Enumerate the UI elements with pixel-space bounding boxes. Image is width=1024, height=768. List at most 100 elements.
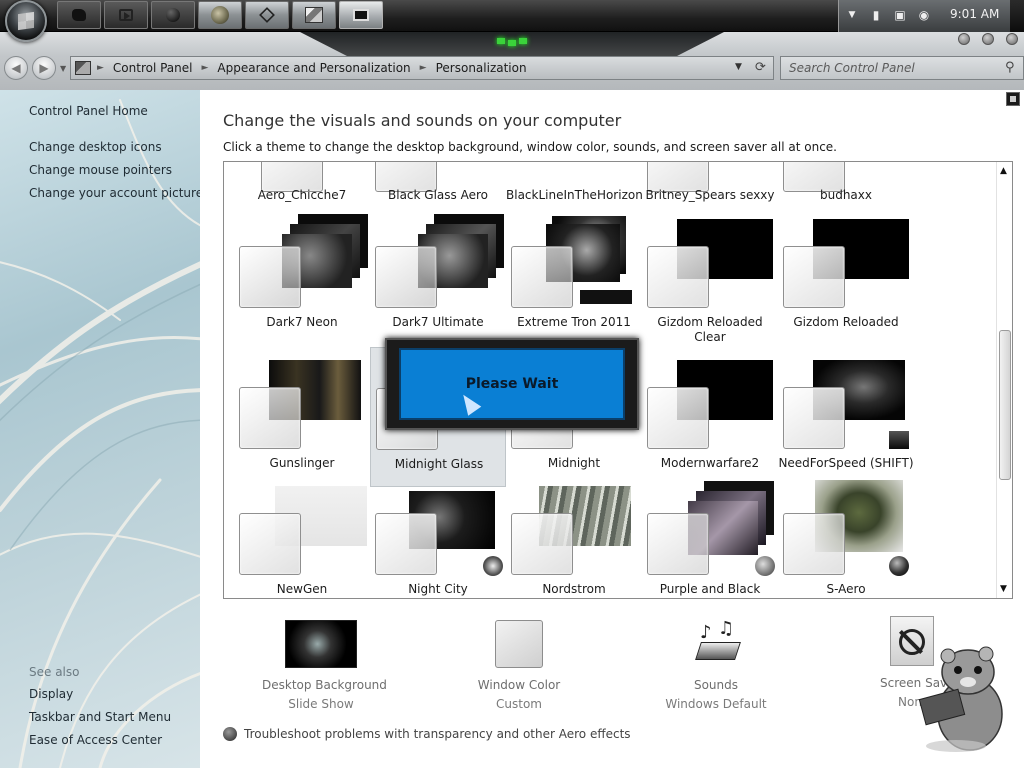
breadcrumb-separator[interactable]: ►: [420, 63, 427, 73]
breadcrumb-appearance[interactable]: Appearance and Personalization: [217, 61, 410, 75]
theme-color-swatch: [239, 387, 301, 449]
desktop-background-thumbnail[interactable]: [285, 620, 357, 668]
troubleshoot-text[interactable]: Troubleshoot problems with transparency …: [244, 727, 631, 741]
taskbar-button-app-ball[interactable]: [151, 1, 195, 29]
theme-item[interactable]: Gunslinger: [234, 347, 370, 487]
theme-item[interactable]: Extreme Tron 2011: [506, 206, 642, 346]
theme-item[interactable]: NeedForSpeed (SHIFT): [778, 347, 914, 487]
address-bar[interactable]: ► Control Panel ► Appearance and Persona…: [70, 56, 774, 80]
theme-item[interactable]: Britney_Spears sexxy: [642, 162, 778, 202]
tray-volume-icon[interactable]: ◉: [917, 8, 931, 22]
maximize-button[interactable]: [982, 33, 994, 45]
taskbar-button-desktop[interactable]: [339, 1, 383, 29]
theme-item[interactable]: Night City: [370, 473, 506, 598]
theme-item[interactable]: Black Glass Aero: [370, 162, 506, 202]
display-link[interactable]: Display: [29, 687, 73, 701]
desktop-background-value: Slide Show: [288, 697, 354, 711]
window-color-value: Custom: [496, 697, 542, 711]
theme-label: Gizdom Reloaded: [793, 315, 899, 329]
theme-item[interactable]: Dark7 Ultimate: [370, 206, 506, 346]
taskbar-button-app-blob[interactable]: [57, 1, 101, 29]
help-icon[interactable]: [1006, 92, 1020, 106]
change-account-picture-link[interactable]: Change your account picture: [29, 186, 200, 200]
theme-item[interactable]: NewGen: [234, 473, 370, 598]
window-color-swatch[interactable]: [495, 620, 543, 668]
recent-pages-dropdown[interactable]: ▼: [60, 64, 66, 73]
troubleshoot-link[interactable]: Troubleshoot problems with transparency …: [223, 727, 631, 741]
search-icon[interactable]: ⚲: [1005, 60, 1015, 75]
start-button[interactable]: [5, 0, 47, 42]
taskbar-button-app-cube[interactable]: [245, 1, 289, 29]
theme-item[interactable]: Dark7 Neon: [234, 206, 370, 346]
theme-item[interactable]: BlackLineInTheHorizon: [506, 162, 643, 202]
refresh-icon[interactable]: ⟳: [755, 60, 766, 75]
theme-badge-icon: [889, 431, 909, 449]
theme-item[interactable]: budhaxx: [778, 162, 914, 202]
tray-expand-icon[interactable]: ▼: [845, 8, 859, 22]
theme-label: Night City: [408, 582, 468, 596]
sounds-setting[interactable]: ♪ ♫ Sounds Windows Default: [662, 616, 770, 711]
scroll-up-icon[interactable]: ▲: [1000, 166, 1007, 176]
back-arrow-icon: ◀: [11, 61, 21, 75]
tray-monitor-icon[interactable]: ▣: [893, 8, 907, 22]
theme-item[interactable]: Gizdom Reloaded Clear: [642, 206, 778, 346]
window-color-title[interactable]: Window Color: [470, 678, 568, 692]
breadcrumb-separator[interactable]: ►: [202, 63, 209, 73]
control-panel-home-link[interactable]: Control Panel Home: [29, 104, 148, 118]
ease-of-access-link[interactable]: Ease of Access Center: [29, 733, 162, 747]
theme-color-swatch: [375, 513, 437, 575]
scroll-thumb[interactable]: [999, 330, 1011, 480]
desktop-icon: [353, 9, 369, 21]
theme-item[interactable]: Modernwarfare2: [642, 347, 778, 487]
skull-badge-icon: [483, 556, 503, 576]
sounds-icon[interactable]: ♪ ♫: [690, 616, 742, 668]
forward-button[interactable]: ▶: [32, 56, 56, 80]
desktop-background-title[interactable]: Desktop Background: [262, 678, 387, 692]
search-box[interactable]: ⚲: [780, 56, 1024, 80]
theme-color-swatch: [647, 246, 709, 308]
control-panel-icon: [305, 7, 323, 23]
tray-device-icon[interactable]: ▮: [869, 8, 883, 22]
theme-color-swatch: [783, 246, 845, 308]
theme-label: Gizdom Reloaded Clear: [657, 315, 763, 344]
change-desktop-icons-link[interactable]: Change desktop icons: [29, 140, 162, 154]
address-dropdown-icon[interactable]: ▼: [735, 62, 742, 72]
taskbar-button-media-player[interactable]: [104, 1, 148, 29]
search-input[interactable]: [781, 57, 991, 79]
change-mouse-pointers-link[interactable]: Change mouse pointers: [29, 163, 172, 177]
media-player-icon: [119, 9, 133, 21]
breadcrumb-separator[interactable]: ►: [97, 63, 104, 73]
skull-badge-icon: [755, 556, 775, 576]
theme-logo-decoration: [580, 290, 632, 304]
theme-label: Dark7 Neon: [266, 315, 338, 329]
breadcrumb-personalization[interactable]: Personalization: [436, 61, 527, 75]
show-desktop-button[interactable]: [1010, 0, 1024, 32]
taskbar-start-menu-link[interactable]: Taskbar and Start Menu: [29, 710, 171, 724]
close-button[interactable]: [1006, 33, 1018, 45]
led-decoration: [519, 38, 527, 44]
cube-icon: [259, 7, 275, 23]
sounds-title[interactable]: Sounds: [662, 678, 770, 692]
theme-item[interactable]: Aero_Chicche7: [234, 162, 370, 202]
desktop-background-setting[interactable]: Desktop Background Slide Show: [262, 620, 387, 711]
taskbar-button-gaming[interactable]: [198, 1, 242, 29]
window-color-setting[interactable]: Window Color Custom: [470, 620, 568, 711]
control-panel-icon: [75, 61, 91, 75]
theme-item[interactable]: S-Aero: [778, 473, 914, 598]
taskbar-button-control-panel[interactable]: [292, 1, 336, 29]
theme-item[interactable]: Gizdom Reloaded: [778, 206, 914, 346]
clock[interactable]: 9:01 AM: [950, 7, 999, 21]
back-button[interactable]: ◀: [4, 56, 28, 80]
led-decoration: [508, 40, 516, 46]
app-blob-icon: [72, 9, 86, 21]
hamster-mascot-decoration: [918, 646, 1003, 752]
theme-item[interactable]: Purple and Black: [642, 473, 778, 598]
minimize-button[interactable]: [958, 33, 970, 45]
theme-badge-icon: [889, 556, 909, 576]
theme-item[interactable]: Nordstrom: [506, 473, 642, 598]
gaming-icon: [211, 6, 229, 24]
breadcrumb-control-panel[interactable]: Control Panel: [113, 61, 193, 75]
scroll-down-icon[interactable]: ▼: [1000, 584, 1007, 594]
theme-label: Midnight: [547, 456, 601, 470]
gallery-scrollbar[interactable]: ▲ ▼: [996, 162, 1012, 598]
